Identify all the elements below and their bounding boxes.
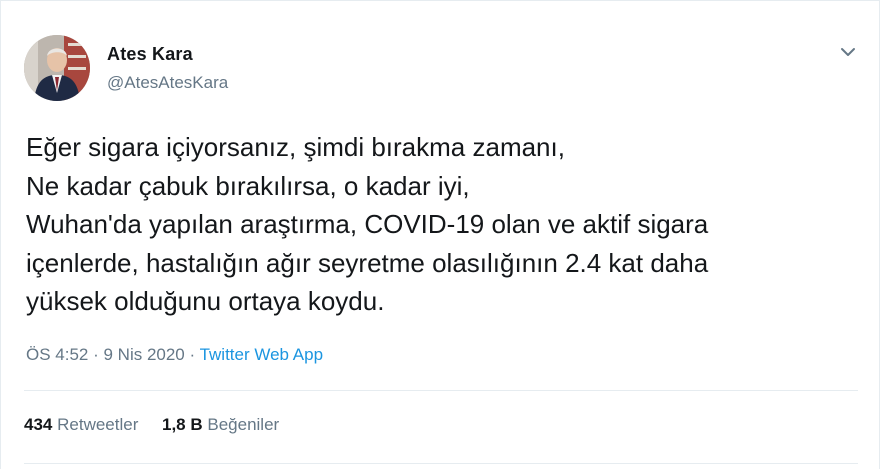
tweet-metadata: ÖS 4:52 · 9 Nis 2020 · Twitter Web App xyxy=(26,345,323,365)
tweet-text-line: yüksek olduğunu ortaya koydu. xyxy=(26,286,385,316)
likes-stat[interactable]: 1,8 B Beğeniler xyxy=(162,415,279,434)
chevron-down-icon[interactable] xyxy=(837,41,859,63)
tweet-text: Eğer sigara içiyorsanız, şimdi bırakma z… xyxy=(26,128,846,321)
tweet-text-line: içenlerde, hastalığın ağır seyretme olas… xyxy=(26,247,709,278)
separator: · xyxy=(88,345,104,364)
user-handle[interactable]: @AtesAtesKara xyxy=(107,73,228,93)
retweets-label: Retweetler xyxy=(57,415,139,434)
tweet-text-line: Ne kadar çabuk bırakılırsa, o kadar iyi, xyxy=(26,170,470,201)
tweet-source-link[interactable]: Twitter Web App xyxy=(200,345,323,364)
divider xyxy=(24,390,858,391)
tweet-card: Ates Kara @AtesAtesKara Eğer sigara içiy… xyxy=(0,0,880,469)
likes-count: 1,8 B xyxy=(162,415,203,434)
retweets-stat[interactable]: 434 Retweetler xyxy=(24,415,138,434)
avatar-photo xyxy=(24,35,90,101)
tweet-date[interactable]: 9 Nis 2020 xyxy=(103,345,184,364)
tweet-text-line: Eğer sigara içiyorsanız, şimdi bırakma z… xyxy=(26,132,565,162)
display-name[interactable]: Ates Kara xyxy=(107,44,193,65)
tweet-time[interactable]: ÖS 4:52 xyxy=(26,345,88,364)
separator: · xyxy=(184,345,200,364)
likes-label: Beğeniler xyxy=(207,415,280,434)
retweets-count: 434 xyxy=(24,415,53,434)
tweet-text-line: Wuhan'da yapılan araştırma, COVID-19 ola… xyxy=(26,209,709,239)
divider xyxy=(24,463,858,464)
avatar[interactable] xyxy=(24,35,90,101)
tweet-stats: 434 Retweetler 1,8 B Beğeniler xyxy=(24,415,279,435)
